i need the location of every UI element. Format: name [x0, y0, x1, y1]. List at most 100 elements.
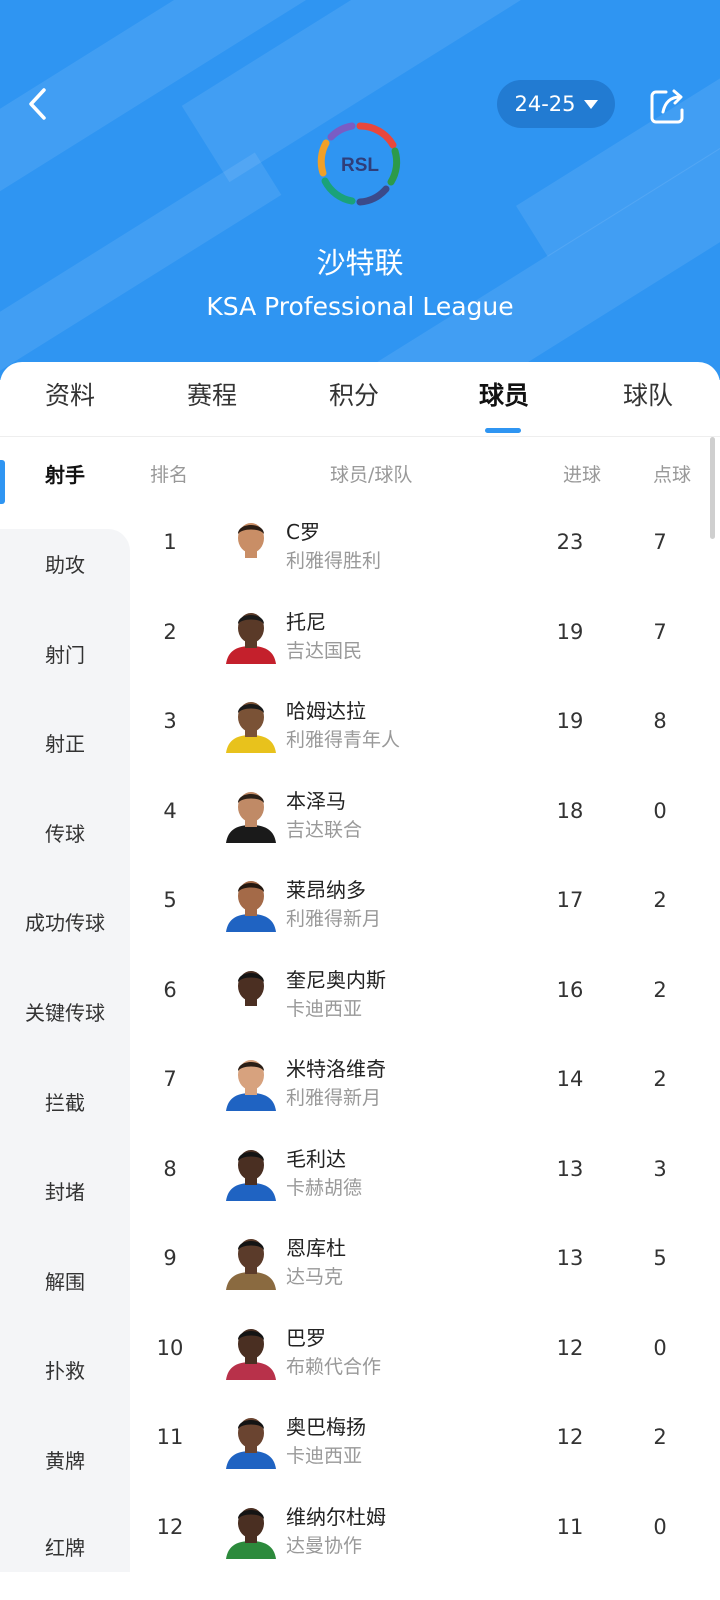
player-team: 卡迪西亚 [286, 998, 363, 1020]
player-row[interactable]: 8 毛利达 卡赫胡德 13 3 [130, 1127, 720, 1218]
player-goals: 19 [556, 709, 584, 733]
back-chevron-icon [29, 88, 46, 120]
column-header-player: 球员/球队 [330, 464, 413, 486]
player-penalties: 2 [653, 978, 667, 1002]
player-goals: 17 [556, 888, 584, 912]
sidebar-item-key-passes[interactable]: 关键传球 [0, 997, 130, 1026]
player-rank: 10 [156, 1336, 184, 1360]
player-team: 吉达联合 [286, 819, 363, 841]
player-goals: 19 [556, 620, 584, 644]
player-goals: 23 [556, 530, 584, 554]
player-row[interactable]: 11 奥巴梅扬 卡迪西亚 12 2 [130, 1395, 720, 1486]
player-row[interactable]: 2 托尼吉达国民 19 7 [130, 590, 720, 681]
player-name: 托尼 [286, 610, 326, 634]
player-name: C罗 [286, 520, 320, 544]
player-rank: 8 [163, 1157, 177, 1181]
league-name: 沙特联 [316, 246, 404, 280]
league-logo: RSL [314, 118, 406, 210]
tab-standings[interactable]: 积分 [294, 376, 414, 412]
player-name: 恩库杜 [286, 1236, 346, 1260]
sidebar-item-red-cards[interactable]: 红牌 [0, 1532, 130, 1561]
player-rank: 6 [163, 978, 177, 1002]
player-goals: 18 [556, 799, 584, 823]
player-name: 本泽马 [286, 789, 346, 813]
player-rank: 11 [156, 1425, 184, 1449]
player-row[interactable]: 7 米特洛维奇 利雅得新月 14 2 [130, 1037, 720, 1128]
player-row[interactable]: 9 恩库杜 达马克 13 5 [130, 1216, 720, 1307]
player-avatar [224, 1051, 278, 1111]
tab-players[interactable]: 球员 [444, 376, 564, 412]
player-avatar [224, 1499, 278, 1559]
player-penalties: 2 [653, 888, 667, 912]
tab-info[interactable]: 资料 [10, 376, 130, 412]
player-name: 哈姆达拉 [286, 699, 366, 723]
season-label: 24-25 [514, 92, 576, 116]
player-penalties: 7 [653, 620, 667, 644]
player-avatar [224, 1409, 278, 1469]
share-button[interactable] [646, 84, 690, 128]
tab-teams[interactable]: 球队 [588, 376, 708, 412]
player-row[interactable]: 6 奎尼奥内斯卡迪西亚 16 2 [130, 948, 720, 1039]
player-avatar [224, 1230, 278, 1290]
sidebar-item-interceptions[interactable]: 拦截 [0, 1087, 130, 1116]
tab-schedule[interactable]: 赛程 [152, 376, 272, 412]
league-name-english: KSA Professional League [206, 292, 514, 321]
player-avatar [224, 514, 278, 574]
player-name: 巴罗 [286, 1326, 326, 1350]
player-row[interactable]: 10 巴罗 布赖代合作 12 0 [130, 1306, 720, 1397]
column-header-rank: 排名 [150, 464, 189, 486]
player-team: 达马克 [286, 1266, 344, 1288]
player-goals: 16 [556, 978, 584, 1002]
player-goals: 11 [556, 1515, 584, 1539]
scrollbar[interactable] [710, 437, 715, 539]
sidebar-item-assists[interactable]: 助攻 [0, 549, 130, 578]
player-row[interactable]: 4 本泽马 吉达联合 18 0 [130, 769, 720, 860]
player-team: 利雅得胜利 [286, 550, 382, 572]
player-goals: 14 [556, 1067, 584, 1091]
season-selector[interactable]: 24-25 [497, 80, 615, 128]
player-team: 利雅得新月 [286, 1087, 382, 1109]
player-row[interactable]: 3 哈姆达拉 利雅得青年人 19 8 [130, 679, 720, 770]
player-row[interactable]: 12 维纳尔杜姆 达曼协作 11 0 [130, 1485, 720, 1576]
player-avatar [224, 1141, 278, 1201]
column-header-penalties: 点球 [653, 464, 692, 486]
league-logo-text: RSL [341, 155, 379, 176]
sidebar-item-clearances[interactable]: 解围 [0, 1266, 130, 1295]
player-penalties: 0 [653, 1515, 667, 1539]
share-icon [650, 89, 684, 124]
column-header-goals: 进球 [563, 464, 602, 486]
sidebar-item-successful-passes[interactable]: 成功传球 [0, 907, 130, 936]
sidebar-item-yellow-cards[interactable]: 黄牌 [0, 1445, 130, 1474]
player-name: 奎尼奥内斯 [286, 968, 386, 992]
sidebar-item-blocks[interactable]: 封堵 [0, 1176, 130, 1205]
active-tab-indicator [485, 428, 521, 433]
league-header: 24-25 RSL 沙特联 KSA Professional League [0, 0, 720, 380]
player-team: 卡赫胡德 [286, 1177, 363, 1199]
player-row[interactable]: 1 C罗 利雅得胜利 23 7 [130, 500, 720, 591]
sidebar-item-shots[interactable]: 射门 [0, 639, 130, 668]
caret-down-icon [583, 99, 598, 109]
player-team: 吉达国民 [286, 640, 363, 662]
player-rank: 1 [163, 530, 177, 554]
player-row[interactable]: 5 莱昂纳多 利雅得新月 17 2 [130, 858, 720, 949]
player-name: 毛利达 [286, 1147, 346, 1171]
sidebar-item-shots-on-target[interactable]: 射正 [0, 728, 130, 757]
player-goals: 13 [556, 1246, 584, 1270]
back-button[interactable] [18, 82, 62, 126]
player-rank: 5 [163, 888, 177, 912]
player-avatar [224, 1320, 278, 1380]
player-penalties: 0 [653, 1336, 667, 1360]
player-penalties: 8 [653, 709, 667, 733]
sidebar-item-scorers[interactable]: 射手 [0, 459, 130, 488]
player-team: 卡迪西亚 [286, 1445, 363, 1467]
player-team: 利雅得青年人 [286, 729, 401, 751]
player-rank: 12 [156, 1515, 184, 1539]
player-team: 利雅得新月 [286, 908, 382, 930]
player-rank: 2 [163, 620, 177, 644]
player-avatar [224, 783, 278, 843]
sidebar-item-passes[interactable]: 传球 [0, 818, 130, 847]
player-rank: 4 [163, 799, 177, 823]
sidebar-item-saves[interactable]: 扑救 [0, 1355, 130, 1384]
player-team: 达曼协作 [286, 1535, 363, 1557]
player-name: 米特洛维奇 [286, 1057, 386, 1081]
